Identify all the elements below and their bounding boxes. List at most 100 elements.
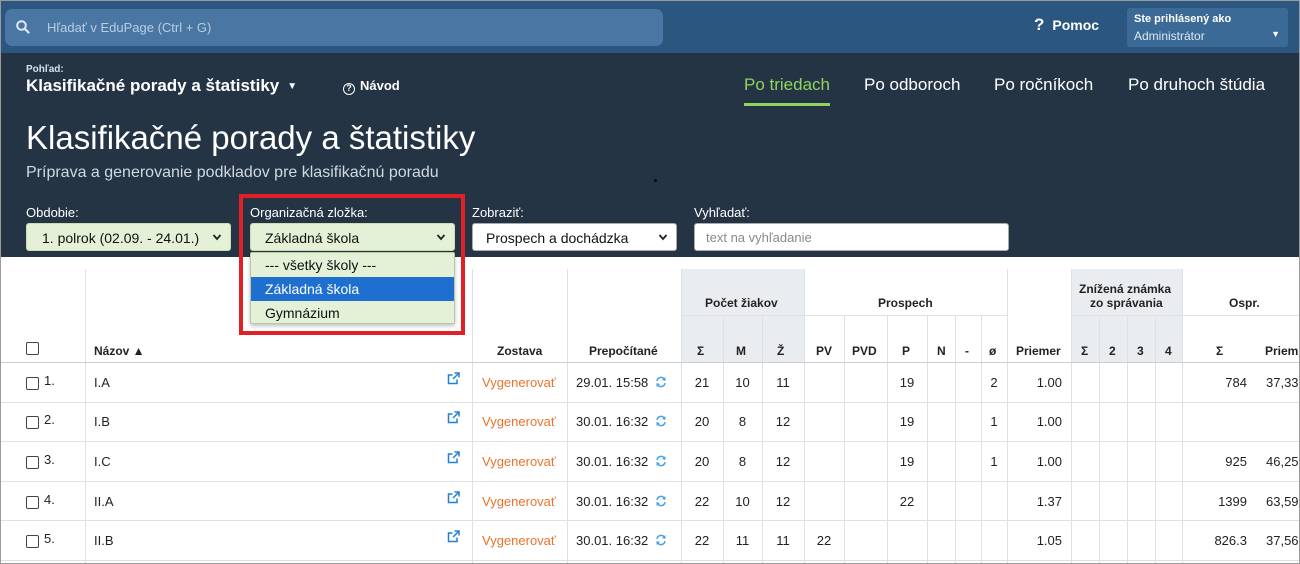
class-name[interactable]: I.C: [94, 454, 111, 469]
column-divider: [1099, 315, 1100, 563]
column-divider: [762, 315, 763, 563]
tab-po-odboroch[interactable]: Po odboroch: [864, 75, 960, 95]
generate-link[interactable]: Vygenerovať: [482, 454, 556, 469]
refresh-icon[interactable]: [655, 376, 667, 388]
row-checkbox[interactable]: [26, 456, 39, 469]
row-number: 5.: [44, 531, 55, 546]
col-nazov[interactable]: Názov ▲: [94, 344, 145, 358]
count-female: 12: [775, 414, 791, 429]
filter-search-input[interactable]: text na vyhľadanie: [694, 223, 1009, 251]
average: 1.00: [1036, 414, 1062, 429]
prospech-p: 22: [899, 494, 915, 509]
page-subtitle: Príprava a generovanie podkladov pre kla…: [26, 164, 439, 181]
external-link-icon[interactable]: [447, 530, 460, 543]
count-female: 11: [776, 533, 790, 548]
row-number: 2.: [44, 412, 55, 427]
recalculated-time: 30.01. 16:32: [576, 494, 649, 509]
row-checkbox[interactable]: [26, 496, 39, 509]
guide-link[interactable]: ? Návod: [343, 78, 400, 95]
global-search[interactable]: Hľadať v EduPage (Ctrl + G): [5, 9, 663, 46]
header-bottom-line: [1, 362, 1299, 363]
prospech-nedostatocny: 2: [990, 375, 998, 390]
obdobie-value: 1. polrok (02.09. - 24.01.): [42, 230, 200, 246]
generate-link[interactable]: Vygenerovať: [482, 414, 556, 429]
prospech-pv: 22: [816, 533, 832, 548]
column-divider: [927, 315, 928, 563]
prospech-p: 19: [899, 414, 915, 429]
excused-total: 1399: [1218, 494, 1247, 509]
count-female: 12: [775, 494, 791, 509]
col-priemer: Priemer: [1016, 344, 1061, 358]
col-p: P: [902, 344, 911, 358]
row-divider: [1, 402, 1299, 403]
class-name[interactable]: II.A: [94, 494, 114, 509]
refresh-icon[interactable]: [655, 415, 667, 427]
average: 1.00: [1036, 454, 1062, 469]
count-total: 20: [694, 414, 710, 429]
col-n: N: [937, 344, 946, 358]
external-link-icon[interactable]: [447, 372, 460, 385]
generate-link[interactable]: Vygenerovať: [482, 494, 556, 509]
help-label: Pomoc: [1052, 17, 1100, 33]
col-znizena-4: 4: [1165, 344, 1172, 358]
refresh-icon[interactable]: [655, 495, 667, 507]
user-name: Administrátor: [1134, 29, 1205, 43]
row-checkbox[interactable]: [26, 377, 39, 390]
col-prepocitane: Prepočítané: [589, 344, 658, 358]
highlight-box: [239, 194, 465, 335]
caret-down-icon: ▼: [1271, 29, 1280, 39]
row-checkbox[interactable]: [26, 535, 39, 548]
tab-po-triedach[interactable]: Po triedach: [744, 75, 830, 106]
generate-link[interactable]: Vygenerovať: [482, 533, 556, 548]
column-divider: [1155, 315, 1156, 563]
external-link-icon[interactable]: [447, 451, 460, 464]
zobrazit-value: Prospech a dochádzka: [486, 230, 629, 246]
tab-po-druhoch-studia[interactable]: Po druhoch štúdia: [1128, 75, 1265, 95]
zobrazit-label: Zobraziť:: [472, 205, 524, 220]
class-name[interactable]: I.A: [94, 375, 110, 390]
col-pocet-ziakov: Počet žiakov: [705, 296, 778, 310]
zobrazit-select[interactable]: Prospech a dochádzka: [472, 223, 677, 251]
page-title: Klasifikačné porady a štatistiky: [26, 119, 476, 156]
class-name[interactable]: II.B: [94, 533, 114, 548]
recalculated-time: 30.01. 16:32: [576, 533, 649, 548]
count-male: 11: [735, 533, 750, 548]
view-selector[interactable]: Klasifikačné porady a štatistiky ▼: [26, 76, 297, 96]
prospech-p: 19: [899, 454, 915, 469]
refresh-icon[interactable]: [655, 534, 667, 546]
help-link[interactable]: ? Pomoc: [1034, 15, 1099, 35]
col-m: M: [736, 344, 746, 358]
guide-label: Návod: [360, 78, 400, 93]
prospech-p: 19: [899, 375, 915, 390]
external-link-icon[interactable]: [447, 491, 460, 504]
view-caption: Pohľad:: [26, 64, 64, 75]
external-link-icon[interactable]: [447, 411, 460, 424]
recalculated-time: 30.01. 16:32: [576, 454, 649, 469]
vyhladat-label: Vyhľadať:: [694, 205, 750, 220]
excused-total: 826.3: [1214, 533, 1247, 548]
select-all-checkbox[interactable]: [26, 342, 39, 355]
class-name[interactable]: I.B: [94, 414, 110, 429]
caret-down-icon: ▼: [287, 81, 298, 92]
tab-po-rocnikoch[interactable]: Po ročníkoch: [994, 75, 1093, 95]
count-male: 8: [738, 414, 747, 429]
col-znizena-sum: Σ: [1081, 344, 1089, 358]
question-icon: ?: [1034, 15, 1045, 34]
refresh-icon[interactable]: [655, 455, 667, 467]
column-divider: [1127, 315, 1128, 563]
col-ospr-sum: Σ: [1216, 344, 1224, 358]
row-checkbox[interactable]: [26, 416, 39, 429]
generate-link[interactable]: Vygenerovať: [482, 375, 556, 390]
row-divider: [1, 520, 1299, 521]
count-male: 8: [738, 454, 747, 469]
page-header: Pohľad: Klasifikačné porady a štatistiky…: [1, 53, 1299, 257]
user-menu[interactable]: Ste prihlásený ako Administrátor ▼: [1127, 8, 1288, 47]
excused-average: 37,56: [1266, 533, 1299, 548]
count-total: 20: [694, 454, 710, 469]
col-nedostatocny: ø: [989, 344, 997, 358]
user-caption: Ste prihlásený ako: [1134, 13, 1232, 25]
col-znizena-2-grade: 2: [1109, 344, 1116, 358]
col-ospr-priem: Priem.: [1265, 344, 1300, 358]
recalculated-time: 30.01. 16:32: [576, 414, 649, 429]
obdobie-select[interactable]: 1. polrok (02.09. - 24.01.): [26, 223, 231, 251]
